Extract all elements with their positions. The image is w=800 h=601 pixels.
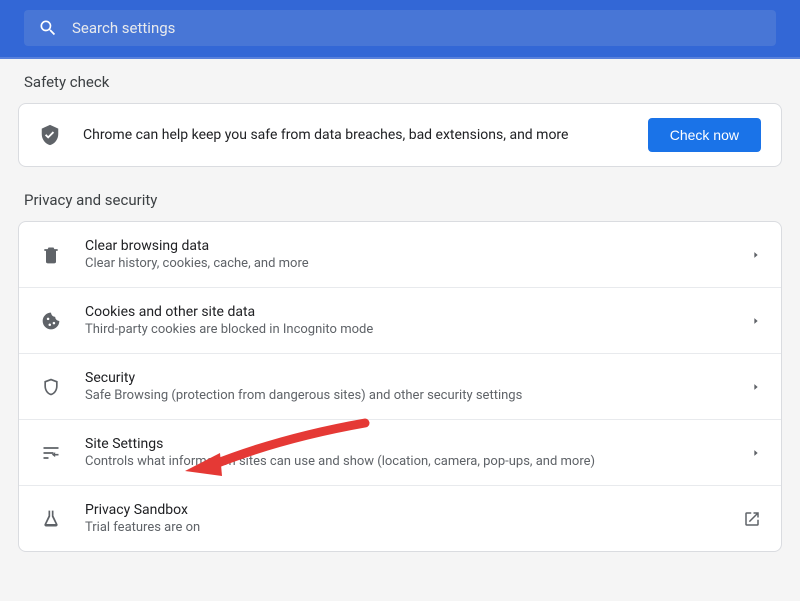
item-title: Site Settings: [85, 436, 751, 452]
privacy-security-heading: Privacy and security: [24, 191, 776, 209]
item-subtitle: Controls what information sites can use …: [85, 454, 751, 469]
safety-check-heading: Safety check: [24, 73, 776, 91]
privacy-security-list: Clear browsing data Clear history, cooki…: [18, 221, 782, 552]
search-placeholder: Search settings: [72, 19, 175, 37]
item-title: Cookies and other site data: [85, 304, 751, 320]
item-title: Security: [85, 370, 751, 386]
item-title: Privacy Sandbox: [85, 502, 743, 518]
cookies-item[interactable]: Cookies and other site data Third-party …: [19, 288, 781, 354]
security-item[interactable]: Security Safe Browsing (protection from …: [19, 354, 781, 420]
safety-check-card: Chrome can help keep you safe from data …: [18, 103, 782, 167]
privacy-sandbox-item[interactable]: Privacy Sandbox Trial features are on: [19, 486, 781, 551]
search-bar: Search settings: [0, 0, 800, 59]
chevron-right-icon: [751, 250, 761, 260]
safety-check-text: Chrome can help keep you safe from data …: [83, 127, 648, 143]
shield-check-icon: [39, 124, 63, 146]
search-icon: [38, 18, 58, 38]
search-settings-input[interactable]: Search settings: [24, 10, 776, 46]
launch-icon: [743, 510, 761, 528]
item-subtitle: Third-party cookies are blocked in Incog…: [85, 322, 751, 337]
flask-icon: [39, 509, 63, 529]
site-settings-item[interactable]: Site Settings Controls what information …: [19, 420, 781, 486]
item-subtitle: Safe Browsing (protection from dangerous…: [85, 388, 751, 403]
tune-icon: [39, 443, 63, 463]
item-title: Clear browsing data: [85, 238, 751, 254]
chevron-right-icon: [751, 382, 761, 392]
item-subtitle: Trial features are on: [85, 520, 743, 535]
clear-browsing-data-item[interactable]: Clear browsing data Clear history, cooki…: [19, 222, 781, 288]
item-subtitle: Clear history, cookies, cache, and more: [85, 256, 751, 271]
check-now-button[interactable]: Check now: [648, 118, 761, 152]
shield-icon: [39, 377, 63, 397]
chevron-right-icon: [751, 448, 761, 458]
chevron-right-icon: [751, 316, 761, 326]
trash-icon: [39, 245, 63, 265]
cookie-icon: [39, 311, 63, 331]
